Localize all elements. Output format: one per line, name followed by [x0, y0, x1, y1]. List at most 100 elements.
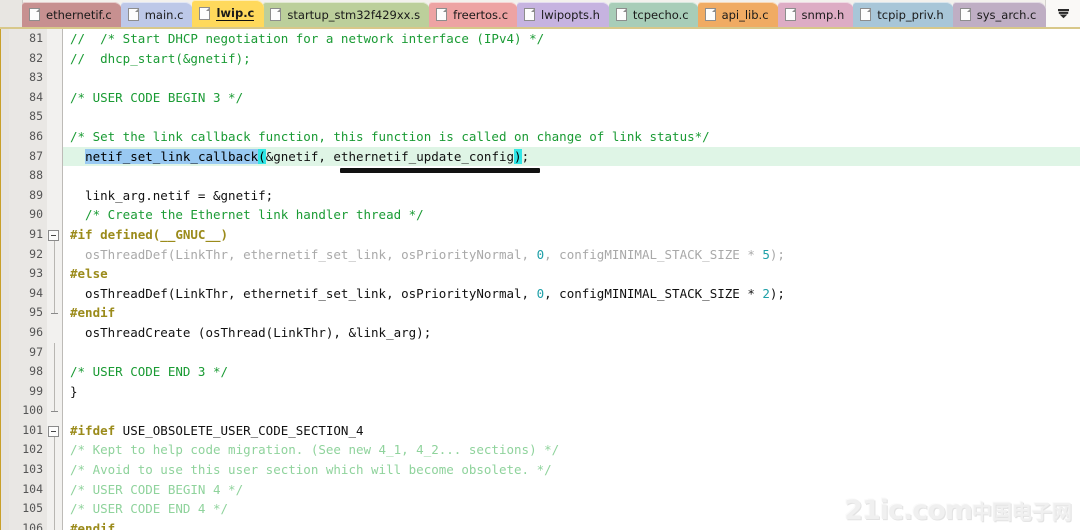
editor-tab-lwip-c[interactable]: lwip.c [192, 0, 265, 27]
editor-tab-freertos-c[interactable]: freertos.c [429, 2, 519, 27]
code-line[interactable]: 81 // /* Start DHCP negotiation for a net… [0, 29, 1080, 49]
code-line[interactable]: 97 [0, 342, 1080, 363]
code-text[interactable]: /* Kept to help code migration. (See new… [63, 440, 1080, 460]
code-text[interactable]: #endif [63, 303, 1080, 323]
code-text[interactable]: /* Avoid to use this user section which … [63, 460, 1080, 480]
fold-collapse-icon[interactable] [48, 425, 59, 437]
editor-tab-tcpecho-c[interactable]: tcpecho.c [608, 2, 699, 27]
code-text[interactable] [63, 401, 1080, 421]
code-text[interactable] [63, 343, 1080, 363]
editor-tab-snmp-h[interactable]: snmp.h [777, 2, 855, 27]
editor-tab-lwipopts-h[interactable]: lwipopts.h [517, 2, 610, 27]
code-line[interactable]: 84 /* USER CODE BEGIN 3 */ [0, 87, 1080, 108]
code-line[interactable]: 90 /* Create the Ethernet link handler t… [0, 205, 1080, 225]
code-line[interactable]: 89 link_arg.netif = &gnetif; [0, 185, 1080, 206]
fold-margin[interactable] [47, 146, 62, 167]
file-icon [127, 8, 139, 21]
fold-margin[interactable] [47, 244, 62, 265]
code-text[interactable]: #ifdef USE_OBSOLETE_USER_CODE_SECTION_4 [63, 421, 1080, 441]
fold-margin[interactable] [47, 224, 62, 245]
code-line[interactable]: 95 #endif [0, 303, 1080, 323]
editor-tab-api-lib-c[interactable]: api_lib.c [697, 2, 779, 27]
fold-margin[interactable] [47, 264, 62, 284]
code-line[interactable]: 94 osThreadDef(LinkThr, ethernetif_set_l… [0, 283, 1080, 304]
code-token-pre: #if defined(__GNUC__) [70, 226, 229, 242]
code-text[interactable]: #else [63, 264, 1080, 284]
fold-margin[interactable] [47, 107, 62, 127]
code-line[interactable]: 92 osThreadDef(LinkThr, ethernetif_set_l… [0, 244, 1080, 265]
code-line[interactable]: 93 #else [0, 264, 1080, 284]
code-line[interactable]: 88 [0, 166, 1080, 186]
fold-margin[interactable] [47, 166, 62, 186]
code-editor-pane[interactable]: 81 // /* Start DHCP negotiation for a net… [0, 29, 1080, 530]
code-text[interactable]: osThreadCreate (osThread(LinkThr), &link… [63, 323, 1080, 343]
tab-label: lwip.c [216, 6, 255, 21]
code-line[interactable]: 91 #if defined(__GNUC__) [0, 224, 1080, 245]
fold-margin[interactable] [47, 440, 62, 461]
code-text[interactable]: /* Set the link callback function, this … [63, 127, 1080, 147]
fold-margin[interactable] [47, 362, 62, 382]
fold-margin[interactable] [47, 303, 62, 323]
fold-margin[interactable] [47, 87, 62, 108]
fold-margin[interactable] [47, 479, 62, 500]
code-text[interactable] [63, 107, 1080, 127]
editor-tab-main-c[interactable]: main.c [120, 2, 194, 27]
fold-margin[interactable] [47, 518, 62, 530]
code-line[interactable]: 83 [0, 68, 1080, 88]
tab-strip: ethernetif.c main.c lwip.c startup_stm32f42… [22, 0, 1047, 27]
fold-end-marker [51, 313, 58, 315]
line-number: 95 [0, 303, 47, 323]
code-text[interactable]: // dhcp_start(&gnetif); [63, 49, 1080, 69]
line-number: 90 [0, 205, 47, 225]
code-line[interactable]: 96 osThreadCreate (osThread(LinkThr), &l… [0, 322, 1080, 343]
editor-tab-startup-stm32f429xx-s[interactable]: startup_stm32f429xx.s [263, 2, 431, 27]
tab-list-dropdown-button[interactable] [1045, 0, 1080, 27]
file-icon [784, 8, 796, 21]
editor-tab-sys-arch-c[interactable]: sys_arch.c [952, 2, 1047, 27]
code-text[interactable]: netif_set_link_callback(&gnetif, etherne… [63, 146, 1080, 167]
code-text[interactable] [63, 166, 1080, 186]
code-line[interactable]: 98 /* USER CODE END 3 */ [0, 362, 1080, 382]
fold-margin[interactable] [47, 29, 62, 49]
parameter-hint-bar [340, 168, 540, 174]
code-text[interactable]: link_arg.netif = &gnetif; [63, 186, 1080, 206]
code-line[interactable]: 82 // dhcp_start(&gnetif); [0, 48, 1080, 69]
line-number: 86 [0, 126, 47, 147]
fold-margin[interactable] [47, 68, 62, 88]
code-text[interactable]: osThreadDef(LinkThr, ethernetif_set_link… [63, 245, 1080, 265]
fold-margin[interactable] [47, 205, 62, 225]
fold-collapse-icon[interactable] [48, 229, 59, 241]
code-text[interactable]: osThreadDef(LinkThr, ethernetif_set_link… [63, 284, 1080, 304]
code-line[interactable]: 99} [0, 381, 1080, 402]
fold-margin[interactable] [47, 381, 62, 402]
code-line[interactable]: 85 [0, 107, 1080, 127]
code-text[interactable]: } [63, 382, 1080, 402]
code-text[interactable]: #if defined(__GNUC__) [63, 225, 1080, 245]
code-text[interactable] [63, 68, 1080, 88]
editor-tab-tcpip-priv-h[interactable]: tcpip_priv.h [853, 2, 954, 27]
code-token-plain: ; [521, 148, 530, 164]
fold-margin[interactable] [47, 185, 62, 206]
code-text[interactable]: /* USER CODE BEGIN 3 */ [63, 88, 1080, 108]
code-text[interactable]: /* Create the Ethernet link handler thre… [63, 205, 1080, 225]
fold-margin[interactable] [47, 342, 62, 363]
fold-margin[interactable] [47, 420, 62, 441]
fold-margin[interactable] [47, 460, 62, 480]
fold-margin[interactable] [47, 322, 62, 343]
fold-margin[interactable] [47, 48, 62, 69]
editor-tab-ethernetif-c[interactable]: ethernetif.c [22, 2, 122, 27]
code-line[interactable]: 87 netif_set_link_callback(&gnetif, ethe… [0, 146, 1080, 167]
fold-margin[interactable] [47, 283, 62, 304]
fold-margin[interactable] [47, 401, 62, 421]
code-line[interactable]: 103 /* Avoid to use this user section whi… [0, 460, 1080, 480]
code-text[interactable]: /* USER CODE END 3 */ [63, 362, 1080, 382]
code-line[interactable]: 102 /* Kept to help code migration. (See … [0, 440, 1080, 461]
code-text[interactable]: // /* Start DHCP negotiation for a netwo… [63, 29, 1080, 49]
line-number: 89 [0, 185, 47, 206]
code-line[interactable]: 86 /* Set the link callback function, thi… [0, 126, 1080, 147]
fold-margin[interactable] [47, 499, 62, 519]
code-line[interactable]: 101 #ifdef USE_OBSOLETE_USER_CODE_SECTION… [0, 420, 1080, 441]
code-line[interactable]: 100 [0, 401, 1080, 421]
line-number: 102 [0, 440, 47, 461]
fold-margin[interactable] [47, 126, 62, 147]
